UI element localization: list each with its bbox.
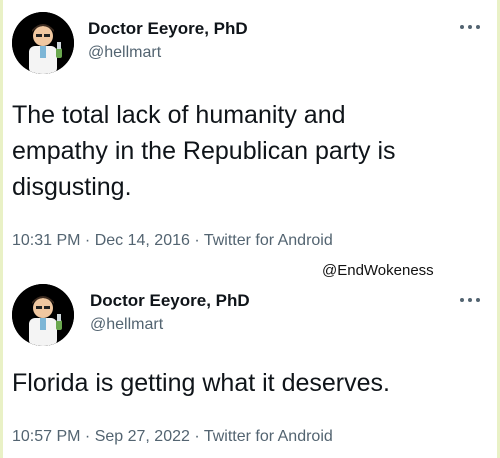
display-name[interactable]: Doctor Eeyore, PhD — [88, 19, 248, 39]
tweet-text-line: The total lack of humanity and — [12, 101, 346, 129]
scientist-avatar-icon — [12, 12, 74, 74]
avatar[interactable] — [12, 12, 74, 74]
scientist-avatar-icon — [12, 284, 74, 346]
avatar[interactable] — [12, 284, 74, 346]
handle[interactable]: @hellmart — [90, 316, 163, 334]
handle[interactable]: @hellmart — [88, 44, 161, 62]
tweet-2[interactable]: Doctor Eeyore, PhD @hellmart Florida is … — [0, 272, 500, 458]
tweet-timestamp[interactable]: 10:31 PM · Dec 14, 2016 · Twitter for An… — [12, 232, 333, 250]
tweet-text-line: disgusting. — [12, 173, 132, 201]
more-options-icon[interactable] — [458, 23, 482, 31]
tweet-timestamp[interactable]: 10:57 PM · Sep 27, 2022 · Twitter for An… — [12, 428, 333, 446]
tweet-1[interactable]: Doctor Eeyore, PhD @hellmart The total l… — [0, 0, 500, 260]
display-name[interactable]: Doctor Eeyore, PhD — [90, 291, 250, 311]
tweet-text-line: empathy in the Republican party is — [12, 137, 396, 165]
tweet-text-line: Florida is getting what it deserves. — [12, 369, 390, 397]
more-options-icon[interactable] — [458, 296, 482, 304]
